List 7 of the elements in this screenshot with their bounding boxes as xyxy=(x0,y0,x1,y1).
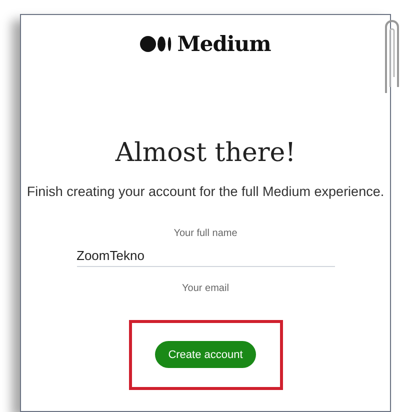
subtitle: Finish creating your account for the full Medium experience. xyxy=(26,182,384,201)
field-label: Your email xyxy=(182,282,229,296)
create-account-button[interactable]: Create account xyxy=(155,341,256,368)
heading: Almost there! xyxy=(115,140,296,166)
field-label: Your full name xyxy=(174,226,238,241)
input-field[interactable]: ZoomTekno xyxy=(76,244,334,267)
logo-text: Medium xyxy=(177,30,271,58)
